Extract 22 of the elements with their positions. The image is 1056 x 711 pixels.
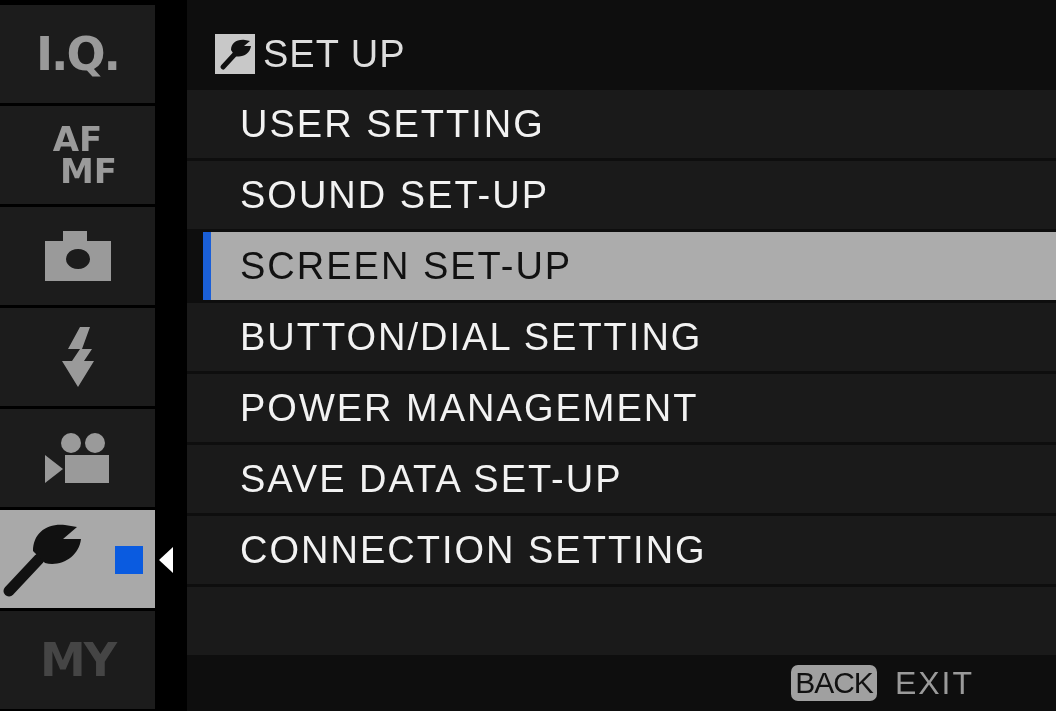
- menu-item[interactable]: SAVE DATA SET-UP: [187, 445, 1056, 513]
- cursor-marker: [115, 546, 143, 574]
- menu-tab[interactable]: [0, 510, 155, 608]
- menu-item[interactable]: SCREEN SET-UP: [203, 232, 1056, 300]
- lightning-icon: [59, 327, 96, 387]
- menu-item[interactable]: CONNECTION SETTING: [187, 516, 1056, 584]
- menu-item[interactable]: POWER MANAGEMENT: [187, 374, 1056, 442]
- menu-title: SET UP: [263, 31, 406, 77]
- menu-item[interactable]: USER SETTING: [187, 90, 1056, 158]
- movie-camera-icon: [44, 433, 111, 483]
- menu-tab[interactable]: [0, 207, 155, 305]
- menu-tab[interactable]: AF MF: [0, 106, 155, 204]
- pointer-triangle-icon: [159, 547, 173, 573]
- exit-label: EXIT: [894, 664, 974, 703]
- camera-icon: [44, 231, 111, 281]
- menu-tab[interactable]: I.Q.: [0, 5, 155, 103]
- menu-tab[interactable]: [0, 308, 155, 406]
- menu-item[interactable]: BUTTON/DIAL SETTING: [187, 303, 1056, 371]
- menu-item[interactable]: SOUND SET-UP: [187, 161, 1056, 229]
- wrench-icon: [215, 34, 255, 74]
- back-key: BACK: [791, 665, 877, 701]
- menu-tab[interactable]: [0, 409, 155, 507]
